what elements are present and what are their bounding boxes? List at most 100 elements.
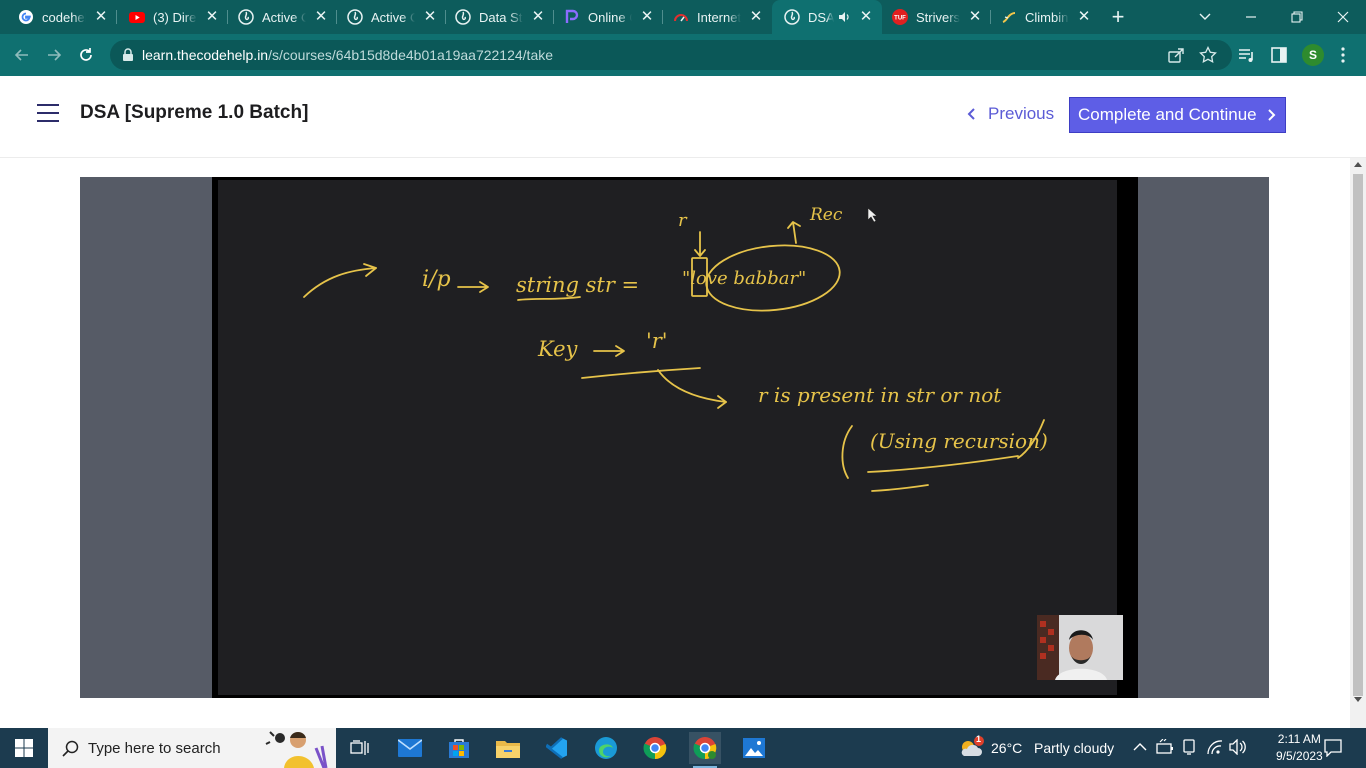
tab-label: Internet xyxy=(697,9,741,25)
lock-icon[interactable] xyxy=(122,48,134,62)
scrollbar-thumb[interactable] xyxy=(1353,174,1363,696)
tab-label: Strivers xyxy=(916,9,960,25)
profile-avatar[interactable]: S xyxy=(1302,44,1324,66)
browser-tab-5[interactable]: Data Str ✕ xyxy=(437,0,554,34)
chrome-app[interactable] xyxy=(639,732,671,764)
address-bar[interactable]: learn.thecodehelp.in/s/courses/64b15d8de… xyxy=(110,40,1232,70)
tab-close-icon[interactable]: ✕ xyxy=(1076,9,1092,25)
tab-close-icon[interactable]: ✕ xyxy=(204,9,220,25)
back-button[interactable] xyxy=(10,43,34,67)
mail-app[interactable] xyxy=(394,732,426,764)
tab-label: codehelp xyxy=(42,9,86,25)
browser-tab-9[interactable]: TUF Strivers ✕ xyxy=(874,0,991,34)
codehelp-icon xyxy=(455,9,471,25)
address-url: learn.thecodehelp.in/s/courses/64b15d8de… xyxy=(142,47,553,63)
search-highlight-illustration-icon xyxy=(265,731,328,768)
photos-icon xyxy=(743,738,765,758)
tuf-icon: TUF xyxy=(892,9,908,25)
tab-close-icon[interactable]: ✕ xyxy=(639,9,655,25)
clock-date: 9/5/2023 xyxy=(1276,749,1323,763)
tab-label: Climbing xyxy=(1025,9,1069,25)
youtube-icon xyxy=(129,12,145,23)
whiteboard-ink: i/p string str = "love babbar" Key 'r' r… xyxy=(303,205,1048,492)
vscode-app[interactable] xyxy=(541,732,573,764)
cursor-icon xyxy=(867,207,878,223)
bookmark-star-icon[interactable] xyxy=(1199,46,1217,64)
edge-app[interactable] xyxy=(590,732,622,764)
weather-condition[interactable]: Partly cloudy xyxy=(1034,740,1114,756)
restore-icon xyxy=(1291,11,1303,23)
complete-and-continue-button[interactable]: Complete and Continue xyxy=(1069,97,1286,133)
share-icon[interactable] xyxy=(1167,46,1185,64)
ink-text-r-label: r xyxy=(678,210,688,231)
arrow-left-icon xyxy=(14,49,28,61)
clock-time: 2:11 AM xyxy=(1277,732,1321,746)
previous-button[interactable]: Previous xyxy=(966,104,1054,124)
chevron-up-icon[interactable] xyxy=(1133,742,1147,752)
arrow-right-icon xyxy=(48,49,62,61)
restore-button[interactable] xyxy=(1274,0,1320,34)
ink-text-key: Key xyxy=(537,337,579,361)
volume-icon[interactable] xyxy=(1229,739,1247,755)
task-view-icon xyxy=(350,740,369,755)
ink-text-r-char: 'r' xyxy=(646,329,668,353)
tab-search-button[interactable] xyxy=(1182,0,1228,34)
chrome-icon xyxy=(693,737,717,760)
vscode-icon xyxy=(546,737,567,759)
chrome-profile-app-active[interactable] xyxy=(689,732,721,768)
tab-close-icon[interactable]: ✕ xyxy=(530,9,546,25)
browser-tab-10[interactable]: Climbing ✕ xyxy=(983,0,1100,34)
tab-label: Data Str xyxy=(479,9,523,25)
minimize-button[interactable] xyxy=(1228,0,1274,34)
close-icon xyxy=(1337,11,1349,23)
start-button[interactable] xyxy=(0,728,48,768)
tab-close-icon[interactable]: ✕ xyxy=(422,9,438,25)
page-scrollbar[interactable] xyxy=(1350,158,1366,728)
scroll-down-icon[interactable] xyxy=(1354,697,1362,702)
browser-tab-8-active[interactable]: DSA ✕ xyxy=(772,0,882,34)
hamburger-menu-icon[interactable] xyxy=(37,104,59,122)
reload-icon xyxy=(80,48,92,61)
battery-charging-icon[interactable] xyxy=(1156,739,1174,755)
notification-center-icon[interactable] xyxy=(1324,739,1342,757)
climbing-icon xyxy=(1002,12,1016,23)
forward-button[interactable] xyxy=(42,43,66,67)
url-host: learn.thecodehelp.in xyxy=(142,47,269,63)
tab-close-icon[interactable]: ✕ xyxy=(967,9,983,25)
task-view-button[interactable] xyxy=(344,732,376,764)
ink-text-ip: i/p xyxy=(422,267,451,292)
browser-tab-1[interactable]: codehelp ✕ xyxy=(0,0,117,34)
media-control-icon[interactable] xyxy=(1238,46,1256,64)
file-explorer-app[interactable] xyxy=(492,732,524,764)
tab-close-icon[interactable]: ✕ xyxy=(858,9,874,25)
ink-text-r-present: r is present in str or not xyxy=(758,383,1002,407)
side-panel-icon[interactable] xyxy=(1270,46,1288,64)
browser-tab-7[interactable]: Internet ✕ xyxy=(655,0,772,34)
browser-tab-4[interactable]: Active C ✕ xyxy=(329,0,446,34)
browser-tab-6[interactable]: Online C ✕ xyxy=(546,0,663,34)
browser-tab-3[interactable]: Active C ✕ xyxy=(220,0,337,34)
taskbar-search-box[interactable]: Type here to search xyxy=(48,728,336,768)
url-path: /s/courses/64b15d8de4b01a19aa722124/take xyxy=(268,47,554,63)
speaker-icon[interactable] xyxy=(838,11,850,23)
photos-app[interactable] xyxy=(738,732,770,764)
close-window-button[interactable] xyxy=(1320,0,1366,34)
complete-label: Complete and Continue xyxy=(1078,105,1257,124)
reload-button[interactable] xyxy=(74,43,98,67)
device-icon[interactable] xyxy=(1182,739,1196,755)
scroll-up-icon[interactable] xyxy=(1354,162,1362,167)
wifi-icon[interactable] xyxy=(1206,739,1224,755)
chevron-down-icon xyxy=(1199,13,1211,20)
tab-label: (3) Direct xyxy=(153,9,197,25)
browser-tab-2[interactable]: (3) Direct ✕ xyxy=(111,0,228,34)
tab-close-icon[interactable]: ✕ xyxy=(313,9,329,25)
tab-close-icon[interactable]: ✕ xyxy=(93,9,109,25)
tab-close-icon[interactable]: ✕ xyxy=(748,9,764,25)
system-clock[interactable]: 2:11 AM 9/5/2023 xyxy=(1276,731,1323,765)
store-app[interactable] xyxy=(443,732,475,764)
new-tab-button[interactable]: + xyxy=(1108,6,1128,28)
course-header: DSA [Supreme 1.0 Batch] Previous Complet… xyxy=(0,76,1366,158)
kebab-menu-icon[interactable] xyxy=(1340,47,1346,63)
store-icon xyxy=(449,739,469,758)
weather-temperature[interactable]: 26°C xyxy=(991,740,1022,756)
